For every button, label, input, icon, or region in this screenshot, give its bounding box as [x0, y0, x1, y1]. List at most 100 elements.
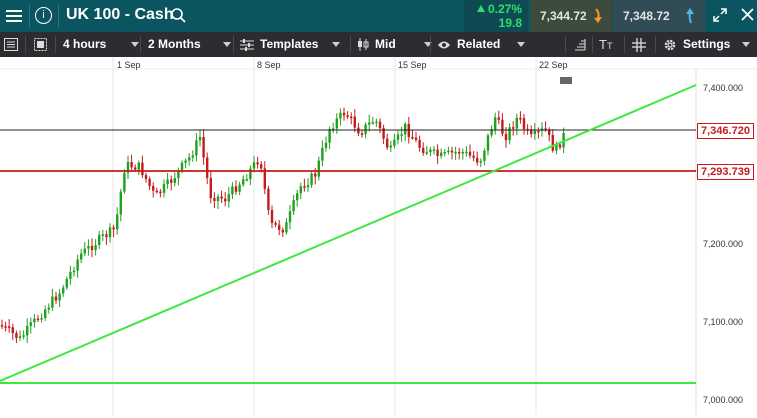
candle-body	[152, 186, 155, 191]
candle-body	[87, 245, 90, 249]
candle-body	[11, 327, 14, 334]
menu-icon[interactable]	[0, 0, 28, 32]
candle-body	[504, 133, 508, 141]
related-dropdown[interactable]: Related	[437, 32, 526, 57]
candle-body	[209, 177, 212, 199]
candlesticks	[0, 107, 565, 344]
candle-body	[76, 259, 79, 271]
text-size-icon[interactable]: TT	[599, 32, 612, 57]
change-points: 19.8	[498, 16, 522, 30]
candle-body	[170, 179, 173, 183]
candle-body	[245, 179, 248, 181]
candle-body	[180, 162, 184, 171]
candle-body	[411, 137, 414, 139]
candle-body	[105, 234, 108, 238]
candle-body	[98, 234, 101, 245]
sell-button[interactable]: 7,344.72	[530, 0, 612, 32]
price-tick: 7,000.000	[703, 395, 743, 405]
date-label: 1 Sep	[117, 60, 141, 70]
info-icon[interactable]: i	[35, 7, 52, 24]
candle-body	[274, 223, 277, 225]
price-type-label: Mid	[375, 37, 396, 51]
candle-body	[533, 130, 536, 135]
candle-body	[364, 124, 367, 135]
candle-body	[123, 172, 126, 192]
chevron-down-icon	[742, 42, 751, 48]
candle-body	[414, 137, 418, 140]
candle-body	[72, 270, 76, 273]
interval-dropdown[interactable]: 4 hours	[63, 32, 140, 57]
candle-body	[396, 134, 400, 140]
candle-body	[260, 164, 263, 169]
candle-body	[468, 151, 472, 156]
candle-body	[317, 160, 320, 177]
layout-icon[interactable]	[34, 38, 47, 51]
candle-body	[458, 151, 461, 154]
chevron-down-icon	[332, 42, 341, 48]
buy-price: 7,348.72	[623, 9, 670, 23]
candle-body	[443, 151, 446, 154]
chevron-down-icon	[222, 42, 231, 48]
price-type-dropdown[interactable]: Mid	[357, 32, 432, 57]
candle-body	[202, 136, 205, 158]
candle-body	[353, 116, 356, 128]
up-arrow-icon	[686, 8, 694, 24]
candle-body	[432, 149, 436, 152]
candle-body	[537, 130, 540, 133]
range-dropdown[interactable]: 2 Months	[148, 32, 231, 57]
date-label: 8 Sep	[257, 60, 281, 70]
candle-body	[342, 112, 346, 116]
candle-body	[116, 214, 119, 230]
expand-icon[interactable]	[712, 7, 728, 23]
candle-body	[558, 144, 562, 148]
candle-body	[486, 135, 490, 151]
instrument-title: UK 100 - Cash	[66, 6, 174, 23]
templates-dropdown[interactable]: Templates	[240, 32, 341, 57]
candle-body	[324, 142, 328, 148]
candle-body	[440, 152, 443, 157]
search-icon[interactable]	[170, 7, 187, 24]
price-chart[interactable]: 1 Sep 8 Sep 15 Sep 22 Sep 7,400.000 7,20…	[0, 57, 757, 415]
candle-body	[522, 118, 526, 129]
candle-body	[112, 227, 115, 230]
candle-body	[155, 190, 158, 193]
candle-body	[296, 193, 299, 201]
candle-body	[393, 139, 396, 146]
candle-body	[288, 211, 292, 223]
candle-body	[512, 127, 515, 129]
candle-body	[285, 222, 288, 233]
candle-body	[418, 139, 421, 148]
candle-body	[256, 162, 259, 165]
candle-body	[360, 133, 364, 136]
candle-body	[58, 293, 61, 301]
candle-body	[65, 278, 68, 288]
candle-body	[422, 147, 425, 154]
candle-body	[22, 335, 25, 337]
candle-body	[191, 155, 194, 158]
candle-body	[292, 200, 295, 212]
list-icon[interactable]	[4, 38, 18, 51]
chart-canvas[interactable]: 1 Sep 8 Sep 15 Sep 22 Sep 7,400.000 7,20…	[0, 57, 757, 415]
candle-body	[530, 130, 533, 135]
date-label: 15 Sep	[398, 60, 427, 70]
settings-dropdown[interactable]: Settings	[663, 32, 751, 57]
candle-body	[310, 173, 313, 186]
candle-body	[231, 186, 234, 195]
close-icon[interactable]	[740, 7, 755, 22]
buy-button[interactable]: 7,348.72	[613, 0, 705, 32]
candle-body	[44, 309, 47, 319]
candle-body	[436, 149, 439, 157]
indicators-icon[interactable]	[573, 38, 586, 51]
candle-body	[551, 134, 554, 151]
candle-body	[494, 117, 497, 130]
candle-body	[40, 318, 43, 320]
candle-body	[386, 138, 389, 148]
candle-body	[454, 151, 457, 154]
grid-icon[interactable]	[632, 38, 646, 52]
trendline[interactable]	[0, 84, 697, 382]
candle-body	[375, 121, 378, 124]
candle-body	[378, 121, 382, 129]
candle-body	[429, 149, 432, 153]
interval-label: 4 hours	[63, 37, 107, 51]
candle-body	[425, 152, 428, 154]
